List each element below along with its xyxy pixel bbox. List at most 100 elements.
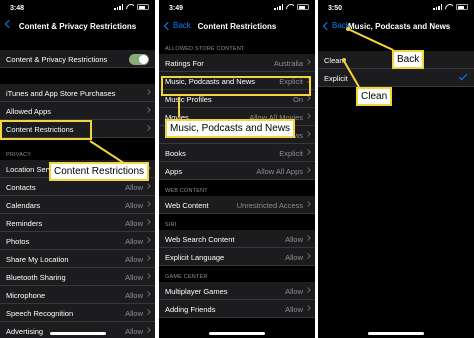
disclosure-chevron-icon: [305, 305, 311, 311]
row-label: Books: [165, 149, 186, 158]
settings-row-share-my-location[interactable]: Share My Location Allow: [0, 250, 155, 268]
section-header-web: WEB CONTENT: [165, 188, 208, 194]
row-label: Photos: [6, 237, 30, 246]
disclosure-chevron-icon: [305, 253, 311, 259]
callout-line: [178, 97, 180, 117]
row-value: Allow: [125, 327, 143, 336]
row-label: Contacts: [6, 183, 36, 192]
settings-row-books[interactable]: Books Explicit: [159, 144, 315, 162]
battery-icon: [456, 4, 468, 10]
page-title: Content & Privacy Restrictions: [18, 22, 137, 31]
row-value: Allow: [285, 235, 303, 244]
disclosure-chevron-icon: [145, 309, 151, 315]
row-label: Allowed Apps: [6, 107, 52, 116]
signal-icon: [433, 4, 442, 10]
settings-row-bluetooth-sharing[interactable]: Bluetooth Sharing Allow: [0, 268, 155, 286]
home-indicator: [368, 332, 424, 335]
callout-dot: [346, 27, 350, 31]
status-time: 3:49: [169, 5, 184, 12]
settings-row-microphone[interactable]: Microphone Allow: [0, 286, 155, 304]
screen-content-restrictions: 3:49 Back Content Restrictions ALLOWED S…: [159, 0, 315, 338]
settings-row-ratings-for[interactable]: Ratings For Australia: [159, 54, 315, 72]
disclosure-chevron-icon: [145, 125, 151, 131]
row-value: Allow: [125, 183, 143, 192]
settings-row-apps[interactable]: Apps Allow All Apps: [159, 162, 315, 180]
disclosure-chevron-icon: [145, 273, 151, 279]
highlight-box: [161, 76, 311, 96]
content-privacy-toggle[interactable]: [129, 54, 149, 65]
disclosure-chevron-icon: [145, 107, 151, 113]
settings-row-itunes-and-app-store-purchases[interactable]: iTunes and App Store Purchases: [0, 84, 155, 102]
option-explicit[interactable]: Explicit: [318, 69, 474, 87]
status-bar: 3:49: [159, 0, 315, 16]
toggle-group: Content & Privacy Restrictions: [0, 50, 155, 68]
disclosure-chevron-icon: [145, 255, 151, 261]
settings-row-web-content[interactable]: Web Content Unrestricted Access: [159, 196, 315, 214]
settings-row-web-search-content[interactable]: Web Search Content Allow: [159, 230, 315, 248]
callout-dot: [342, 58, 346, 62]
signal-icon: [114, 4, 123, 10]
page-title: Content Restrictions: [197, 22, 277, 31]
row-value: Allow All Apps: [256, 167, 303, 176]
wifi-icon: [126, 4, 134, 10]
settings-row-photos[interactable]: Photos Allow: [0, 232, 155, 250]
settings-row-allowed-apps[interactable]: Allowed Apps: [0, 102, 155, 120]
disclosure-chevron-icon: [305, 167, 311, 173]
disclosure-chevron-icon: [305, 287, 311, 293]
screen-content-privacy: 3:48 Content & Privacy Restrictions Cont…: [0, 0, 155, 338]
disclosure-chevron-icon: [305, 59, 311, 65]
option-label: Clean: [324, 56, 344, 65]
screen-music-podcasts-news: 3:50 Back Music, Podcasts and News Clean…: [318, 0, 474, 338]
section-header-privacy: PRIVACY: [6, 152, 32, 158]
disclosure-chevron-icon: [305, 131, 311, 137]
row-value: Allow: [125, 273, 143, 282]
row-value: Allow: [125, 291, 143, 300]
home-indicator: [209, 332, 265, 335]
content-privacy-toggle-row[interactable]: Content & Privacy Restrictions: [0, 50, 155, 68]
settings-row-calendars[interactable]: Calendars Allow: [0, 196, 155, 214]
disclosure-chevron-icon: [305, 235, 311, 241]
status-bar: 3:48: [0, 0, 155, 16]
back-chevron-icon: [322, 21, 332, 30]
row-label: Multiplayer Games: [165, 287, 228, 296]
disclosure-chevron-icon: [305, 201, 311, 207]
disclosure-chevron-icon: [145, 291, 151, 297]
row-value: Allow: [125, 219, 143, 228]
settings-row-reminders[interactable]: Reminders Allow: [0, 214, 155, 232]
row-label: Microphone: [6, 291, 46, 300]
nav-bar: Content & Privacy Restrictions: [0, 16, 155, 38]
battery-icon: [137, 4, 149, 10]
callout-back: Back: [392, 50, 425, 69]
status-time: 3:50: [328, 5, 343, 12]
nav-bar: Back Content Restrictions: [159, 16, 315, 38]
settings-row-adding-friends[interactable]: Adding Friends Allow: [159, 300, 315, 318]
settings-row-advertising[interactable]: Advertising Allow: [0, 322, 155, 338]
settings-row-multiplayer-games[interactable]: Multiplayer Games Allow: [159, 282, 315, 300]
row-value: Allow: [285, 287, 303, 296]
wifi-icon: [286, 4, 294, 10]
disclosure-chevron-icon: [145, 201, 151, 207]
settings-row-speech-recognition[interactable]: Speech Recognition Allow: [0, 304, 155, 322]
row-label: Advertising: [6, 327, 44, 336]
battery-icon: [297, 4, 309, 10]
row-label: Speech Recognition: [6, 309, 74, 318]
row-label: Music Profiles: [165, 95, 212, 104]
row-label: Apps: [165, 167, 183, 176]
row-label: Calendars: [6, 201, 41, 210]
disclosure-chevron-icon: [145, 327, 151, 333]
signal-icon: [274, 4, 283, 10]
settings-row-explicit-language[interactable]: Explicit Language Allow: [159, 248, 315, 266]
row-label: Share My Location: [6, 255, 69, 264]
callout-music-podcasts-news: Music, Podcasts and News: [165, 119, 296, 138]
disclosure-chevron-icon: [145, 219, 151, 225]
section-header-game: GAME CENTER: [165, 274, 208, 280]
page-title: Music, Podcasts and News: [348, 22, 451, 31]
row-value: On: [292, 95, 303, 104]
row-value: Allow: [285, 305, 303, 314]
row-label: iTunes and App Store Purchases: [6, 89, 116, 98]
disclosure-chevron-icon: [305, 95, 311, 101]
row-value: Australia: [273, 59, 303, 68]
disclosure-chevron-icon: [145, 89, 151, 95]
section-header-siri: SIRI: [165, 222, 177, 228]
option-label: Explicit: [324, 74, 348, 83]
